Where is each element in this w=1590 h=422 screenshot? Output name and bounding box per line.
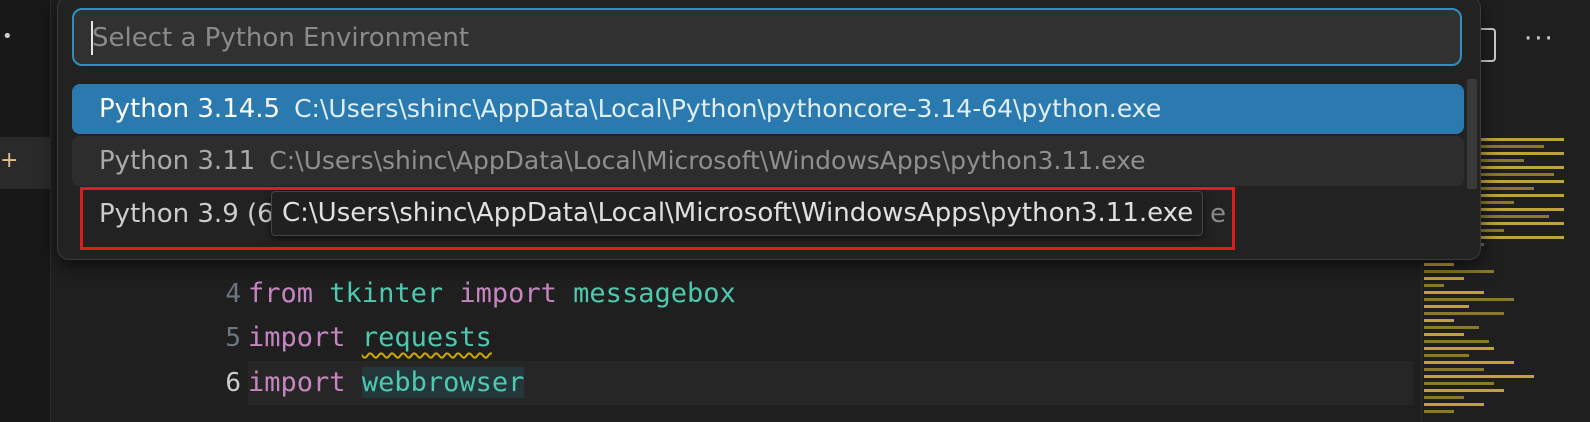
environment-path: C:\Users\shinc\AppData\Local\Microsoft\W… [269,146,1146,175]
tooltip-text: C:\Users\shinc\AppData\Local\Microsoft\W… [282,198,1194,228]
line-number: 6 [225,368,241,398]
new-file-icon[interactable]: + [0,150,18,172]
environment-item-label: Python 3.11 C:\Users\shinc\AppData\Local\… [99,145,1146,177]
module-token-warning: requests [361,322,492,353]
keyword-token: import [459,278,557,309]
environment-name: Python 3.11 [99,146,256,176]
line-code: import requests [248,316,492,360]
environment-path: C:\Users\shinc\AppData\Local\Python\pyth… [294,94,1162,123]
environment-item-python-3-14[interactable]: Python 3.14.5 C:\Users\shinc\AppData\Loca… [72,84,1464,134]
keyword-token: import [248,322,346,353]
environment-name: Python 3.9 (6 [99,199,274,229]
module-token-highlighted: webbrowser [361,367,525,398]
environment-search-input[interactable] [90,16,1444,60]
code-line-current: 6 import webbrowser [51,361,1421,405]
environment-item-python-3-11[interactable]: Python 3.11 C:\Users\shinc\AppData\Local\… [72,136,1464,186]
quick-pick-scrollbar[interactable] [1467,79,1477,189]
module-token: tkinter [329,278,444,309]
environment-path-tail: e [1210,199,1226,229]
module-token: messagebox [573,278,736,309]
environment-name: Python 3.14.5 [99,94,281,124]
line-code: import webbrowser [248,361,525,405]
code-line: 5 import requests [51,316,1421,360]
line-number: 5 [225,323,241,353]
text-caret [91,21,93,55]
keyword-token: from [248,278,314,309]
keyword-token: import [248,367,346,398]
code-line: 4 from tkinter import messagebox [51,272,1421,316]
activity-bar: • + [0,0,51,422]
environment-search-box [72,8,1462,66]
environment-item-label: Python 3.14.5 C:\Users\shinc\AppData\Loca… [99,93,1161,125]
more-actions-icon[interactable]: ··· [1524,24,1555,54]
line-number: 4 [225,279,241,309]
more-icon[interactable]: • [2,28,13,46]
line-code: from tkinter import messagebox [248,272,736,316]
environment-item-label: Python 3.9 (6 [99,198,274,230]
path-tooltip: C:\Users\shinc\AppData\Local\Microsoft\W… [271,191,1203,236]
